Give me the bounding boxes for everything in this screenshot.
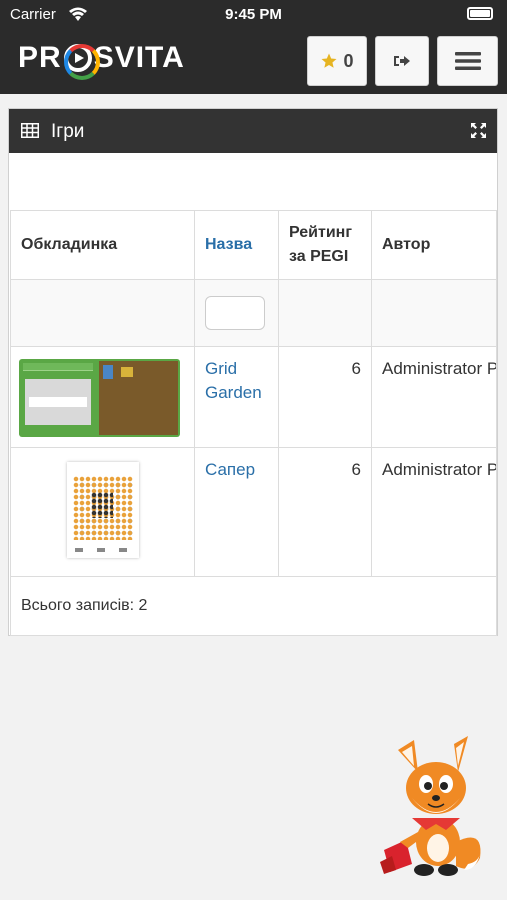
table-footer: Всього записів: 2: [10, 576, 497, 636]
logout-button[interactable]: [375, 36, 429, 86]
fox-mascot: [380, 736, 481, 876]
battery-icon: [467, 7, 493, 20]
table-header-row: Обкладинка Назва Рейтинг за PEGI Автор: [10, 210, 497, 280]
star-icon: [321, 53, 337, 68]
author-cell: Administrator Prosvita: [371, 447, 497, 577]
favorites-count: 0: [343, 50, 354, 71]
pegi-rating: 6: [278, 346, 372, 448]
expand-icon[interactable]: [470, 122, 487, 139]
game-link[interactable]: Grid Garden: [205, 359, 262, 402]
menu-button[interactable]: [437, 36, 498, 86]
sign-out-icon: [394, 56, 410, 66]
games-table: Обкладинка Назва Рейтинг за PEGI Автор G…: [10, 210, 497, 636]
app-header: Carrier 9:45 PM PR SVITA 0: [0, 0, 507, 94]
column-name-sort[interactable]: Назва: [194, 210, 279, 280]
logo-text-left: PR: [18, 41, 62, 74]
prosvita-logo[interactable]: PR SVITA: [18, 40, 185, 80]
table-grid-icon: [21, 123, 39, 138]
grid-garden-thumbnail[interactable]: [19, 359, 180, 437]
logo-text-right: SVITA: [93, 41, 185, 74]
column-cover: Обкладинка: [10, 210, 195, 280]
name-filter-input[interactable]: [205, 296, 265, 330]
author-cell: Administrator Prosvita: [371, 346, 497, 448]
table-row: Grid Garden 6 Administrator Prosvita: [10, 346, 497, 448]
column-author: Автор: [371, 210, 497, 280]
status-bar: Carrier 9:45 PM: [0, 0, 507, 30]
total-records: Всього записів: 2: [10, 576, 497, 636]
status-time: 9:45 PM: [225, 6, 282, 23]
pegi-rating: 6: [278, 447, 372, 577]
filter-row: [10, 279, 497, 347]
game-link[interactable]: Сапер: [205, 460, 255, 479]
panel-header: Ігри: [9, 109, 497, 153]
table-row: Сапер 6 Administrator Prosvita: [10, 447, 497, 577]
logo-play-icon: [63, 44, 100, 80]
games-panel: Ігри Обкладинка Назва Рейтинг за PEGI Ав…: [8, 108, 498, 636]
column-pegi: Рейтинг за PEGI: [278, 210, 372, 280]
saper-thumbnail[interactable]: [66, 462, 139, 558]
favorites-button[interactable]: 0: [307, 36, 367, 86]
hamburger-icon: [454, 52, 481, 70]
panel-title: Ігри: [51, 121, 85, 142]
